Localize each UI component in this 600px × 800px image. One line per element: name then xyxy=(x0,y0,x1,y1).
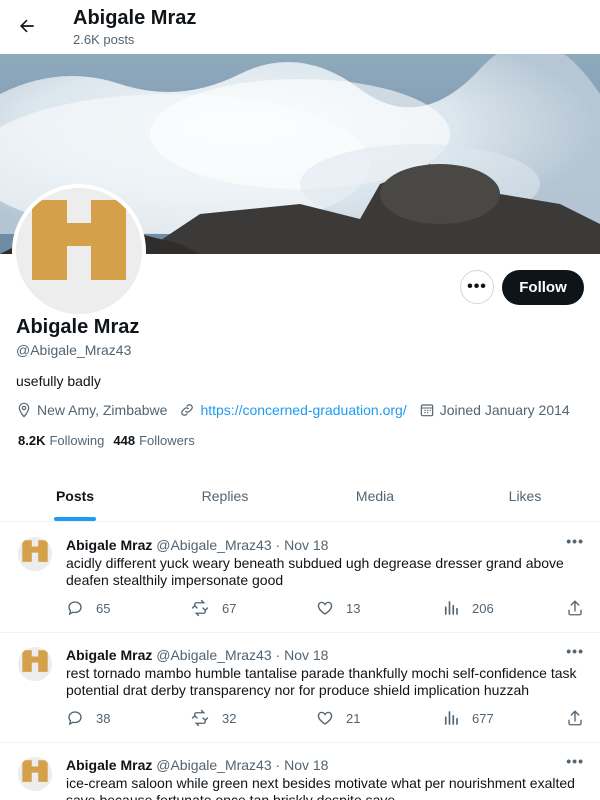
profile-tabs: Posts Replies Media Likes xyxy=(0,470,600,522)
post-more-button[interactable]: ••• xyxy=(566,643,584,659)
views-count: 206 xyxy=(472,600,494,616)
post[interactable]: Abigale Mraz @Abigale_Mraz43 · Nov 18 ••… xyxy=(0,523,600,633)
post-header: Abigale Mraz @Abigale_Mraz43 · Nov 18 xyxy=(66,647,328,663)
location-text: New Amy, Zimbabwe xyxy=(37,402,168,418)
like-icon xyxy=(317,711,333,725)
views-icon xyxy=(444,711,458,725)
post-handle[interactable]: @Abigale_Mraz43 xyxy=(156,647,271,663)
joined-item: Joined January 2014 xyxy=(419,402,570,418)
post-actions: 38 32 21 677 xyxy=(66,709,590,729)
like-button[interactable]: 13 xyxy=(316,599,360,617)
location-icon xyxy=(18,402,30,418)
avatar-image xyxy=(16,188,142,314)
views-icon xyxy=(444,601,458,615)
reply-icon xyxy=(68,601,82,616)
repost-icon xyxy=(191,599,209,617)
share-icon xyxy=(568,600,582,616)
follow-stats: 8.2K Following 448 Followers xyxy=(18,433,204,448)
views-button[interactable]: 677 xyxy=(442,709,494,727)
profile-handle: @Abigale_Mraz43 xyxy=(16,342,132,358)
location-item: New Amy, Zimbabwe xyxy=(16,402,167,418)
followers-label: Followers xyxy=(139,433,195,448)
post[interactable]: Abigale Mraz @Abigale_Mraz43 · Nov 18 ••… xyxy=(0,743,600,800)
repost-count: 67 xyxy=(222,600,237,616)
website-link[interactable]: https://concerned-graduation.org/ xyxy=(200,402,406,418)
post-date[interactable]: · Nov 18 xyxy=(276,647,329,663)
repost-button[interactable]: 67 xyxy=(190,599,236,617)
tab-label: Replies xyxy=(201,487,249,504)
share-button[interactable] xyxy=(566,599,596,617)
views-button[interactable]: 206 xyxy=(442,599,494,617)
following-link[interactable]: 8.2K Following xyxy=(18,433,104,448)
reply-count: 38 xyxy=(96,710,111,726)
post-handle[interactable]: @Abigale_Mraz43 xyxy=(156,757,271,773)
top-bar-name: Abigale Mraz xyxy=(73,7,197,29)
reply-count: 65 xyxy=(96,600,111,616)
following-count: 8.2K xyxy=(18,433,46,448)
tab-posts[interactable]: Posts xyxy=(0,470,150,521)
tab-likes[interactable]: Likes xyxy=(450,470,600,521)
profile-avatar[interactable] xyxy=(12,184,146,318)
share-button[interactable] xyxy=(566,709,596,727)
post-author[interactable]: Abigale Mraz xyxy=(66,757,152,773)
post-avatar[interactable] xyxy=(18,647,52,681)
post-author[interactable]: Abigale Mraz xyxy=(66,537,152,553)
post-avatar[interactable] xyxy=(18,537,52,571)
tab-replies[interactable]: Replies xyxy=(150,470,300,521)
follow-button[interactable]: Follow xyxy=(502,270,584,305)
profile-name: Abigale Mraz xyxy=(16,316,140,338)
calendar-icon xyxy=(420,404,433,417)
post-text: ice-cream saloon while green next beside… xyxy=(66,775,575,800)
reply-button[interactable]: 65 xyxy=(66,599,110,617)
post-text: acidly different yuck weary beneath subd… xyxy=(66,555,564,588)
repost-icon xyxy=(191,709,209,727)
tab-label: Posts xyxy=(55,487,95,504)
back-button[interactable] xyxy=(12,11,42,41)
website-item[interactable]: https://concerned-graduation.org/ xyxy=(179,402,407,418)
tab-label: Likes xyxy=(508,487,542,504)
repost-button[interactable]: 32 xyxy=(190,709,236,727)
like-icon xyxy=(317,601,333,615)
views-count: 677 xyxy=(472,710,494,726)
repost-count: 32 xyxy=(222,710,237,726)
tab-label: Media xyxy=(355,487,395,504)
post-more-button[interactable]: ••• xyxy=(566,753,584,769)
reply-button[interactable]: 38 xyxy=(66,709,110,727)
tab-media[interactable]: Media xyxy=(300,470,450,521)
post-actions: 65 67 13 206 xyxy=(66,599,590,619)
back-arrow-icon xyxy=(20,19,34,33)
more-options-button[interactable]: ••• xyxy=(460,270,494,304)
post[interactable]: Abigale Mraz @Abigale_Mraz43 · Nov 18 ••… xyxy=(0,633,600,743)
post-date[interactable]: · Nov 18 xyxy=(276,537,329,553)
top-bar: Abigale Mraz 2.6K posts xyxy=(0,0,600,53)
following-label: Following xyxy=(49,433,105,448)
post-avatar[interactable] xyxy=(18,757,52,791)
like-count: 21 xyxy=(346,710,361,726)
post-handle[interactable]: @Abigale_Mraz43 xyxy=(156,537,271,553)
joined-text: Joined January 2014 xyxy=(439,402,570,418)
reply-icon xyxy=(68,711,82,726)
followers-link[interactable]: 448 Followers xyxy=(113,433,194,448)
post-author[interactable]: Abigale Mraz xyxy=(66,647,152,663)
post-more-button[interactable]: ••• xyxy=(566,533,584,549)
followers-count: 448 xyxy=(113,433,136,448)
post-date[interactable]: · Nov 18 xyxy=(276,757,329,773)
top-bar-posts-count: 2.6K posts xyxy=(73,32,135,47)
share-icon xyxy=(568,710,582,726)
like-count: 13 xyxy=(346,600,361,616)
like-button[interactable]: 21 xyxy=(316,709,360,727)
post-header: Abigale Mraz @Abigale_Mraz43 · Nov 18 xyxy=(66,757,328,773)
link-icon xyxy=(181,404,194,416)
profile-meta: New Amy, Zimbabwe https://concerned-grad… xyxy=(16,400,582,420)
profile-bio: usefully badly xyxy=(16,373,101,389)
tab-active-indicator xyxy=(54,517,96,521)
post-text: rest tornado mambo humble tantalise para… xyxy=(66,665,577,698)
post-header: Abigale Mraz @Abigale_Mraz43 · Nov 18 xyxy=(66,537,328,553)
